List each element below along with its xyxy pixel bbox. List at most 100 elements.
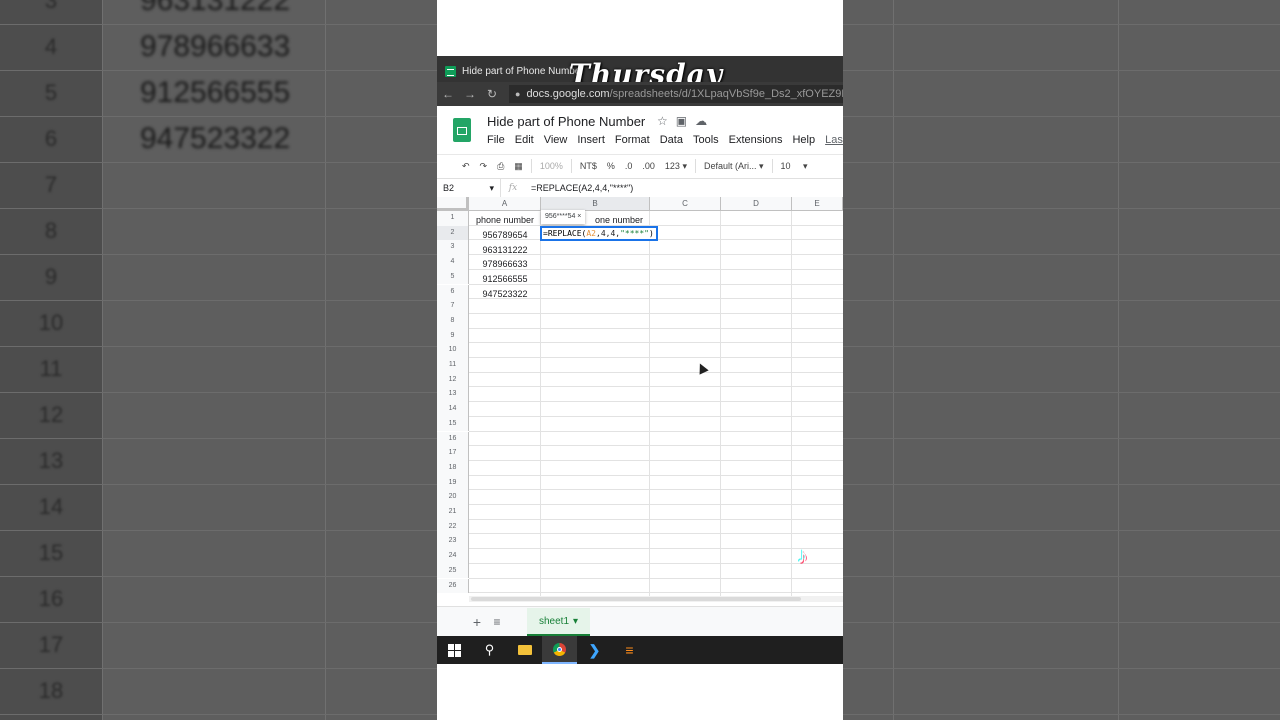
percent-format-button[interactable]: % (602, 161, 620, 171)
background-grid-line (843, 300, 1280, 301)
background-row-number: 17 (38, 632, 64, 657)
grid-line (469, 548, 843, 550)
cell-a4[interactable]: 978966633 (470, 257, 540, 271)
cell-a1[interactable]: phone number (470, 213, 540, 227)
menu-help[interactable]: Help (792, 134, 815, 146)
row-header[interactable]: 4 (437, 255, 469, 270)
windows-taskbar: ⚲ ❯ ≡ (437, 636, 843, 664)
font-size-select[interactable]: 10 ▾ (776, 161, 813, 172)
document-title[interactable]: Hide part of Phone Number (487, 114, 645, 129)
row-header[interactable]: 3 (437, 240, 469, 256)
scrollbar-thumb[interactable] (471, 597, 801, 601)
star-icon[interactable]: ☆ (657, 114, 668, 128)
move-folder-icon[interactable]: ▣ (676, 114, 687, 128)
row-header[interactable]: 24 (437, 549, 469, 564)
background-row-number: 10 (38, 310, 64, 335)
windows-start-icon[interactable] (437, 636, 472, 664)
menu-tools[interactable]: Tools (693, 134, 719, 146)
row-header[interactable]: 11 (437, 358, 469, 373)
row-header[interactable]: 1 (437, 211, 469, 226)
row-header[interactable]: 21 (437, 505, 469, 520)
row-header[interactable]: 17 (437, 446, 469, 461)
menu-edit[interactable]: Edit (515, 134, 534, 146)
undo-icon[interactable]: ↶ (457, 161, 475, 172)
row-header[interactable]: 5 (437, 269, 469, 285)
cell-a2[interactable]: 956789654 (470, 228, 540, 242)
menu-data[interactable]: Data (660, 134, 683, 146)
video-frame: Hide part of Phone Number Thursday ← → ↻… (437, 0, 843, 720)
chrome-icon[interactable] (542, 636, 577, 664)
select-all-corner[interactable] (437, 197, 469, 211)
column-header-c[interactable]: C (650, 197, 721, 211)
more-formats-button[interactable]: 123 ▾ (660, 161, 692, 172)
spreadsheet-grid[interactable]: A B C D E 1 2 3 4 5 6 7 8 9 10 11 12 13 14 15 16 17 18 19 2… (437, 197, 843, 602)
active-cell-b2[interactable]: =REPLACE(A2,4,4,"****") (540, 226, 658, 241)
font-select[interactable]: Default (Ari... ▾ (699, 161, 769, 172)
row-header[interactable]: 22 (437, 519, 469, 535)
column-header-e[interactable]: E (792, 197, 843, 211)
reload-icon[interactable]: ↻ (481, 87, 503, 101)
horizontal-scrollbar[interactable] (469, 596, 843, 602)
row-header[interactable]: 23 (437, 534, 469, 550)
menu-file[interactable]: File (487, 134, 505, 146)
sheet-tab[interactable]: sheet1 ▾ (527, 608, 591, 636)
name-box[interactable]: B2 ▾ (437, 179, 501, 197)
row-header[interactable]: 12 (437, 372, 469, 388)
sheets-logo-icon[interactable] (453, 118, 471, 142)
url-field[interactable]: ● docs.google.com/spreadsheets/d/1XLpaqV… (509, 85, 843, 103)
background-grid-line (0, 346, 437, 347)
back-arrow-icon[interactable]: ← (437, 87, 459, 101)
increase-decimal-button[interactable]: .00 (637, 161, 660, 171)
forward-arrow-icon[interactable]: → (459, 87, 481, 101)
row-header[interactable]: 9 (437, 328, 469, 344)
row-header[interactable]: 7 (437, 299, 469, 314)
cell-a5[interactable]: 912566555 (470, 272, 540, 286)
formula-input[interactable]: =REPLACE(A2,4,4,"****") (525, 183, 633, 193)
cell-a3[interactable]: 963131222 (470, 243, 540, 257)
row-header[interactable]: 20 (437, 490, 469, 505)
row-header[interactable]: 18 (437, 460, 469, 476)
row-header[interactable]: 16 (437, 431, 469, 447)
vscode-icon[interactable]: ❯ (577, 636, 612, 664)
row-header[interactable]: 15 (437, 416, 469, 432)
grid-line (469, 342, 843, 344)
search-icon[interactable]: ⚲ (472, 636, 507, 664)
column-header-a[interactable]: A (469, 197, 541, 211)
row-header[interactable]: 26 (437, 578, 469, 594)
sublime-text-icon[interactable]: ≡ (612, 636, 647, 664)
row-header[interactable]: 6 (437, 284, 469, 300)
menu-view[interactable]: View (544, 134, 568, 146)
row-header[interactable]: 10 (437, 343, 469, 358)
decrease-decimal-button[interactable]: .0 (620, 161, 638, 171)
font-size-label: 10 (780, 160, 791, 171)
cloud-status-icon[interactable]: ☁ (695, 114, 707, 128)
file-explorer-icon[interactable] (507, 636, 542, 664)
last-edit-link[interactable]: Last ed (825, 134, 843, 146)
currency-format-button[interactable]: NT$ (575, 161, 602, 171)
row-header[interactable]: 25 (437, 563, 469, 579)
column-header-b[interactable]: B (541, 197, 650, 211)
menu-format[interactable]: Format (615, 134, 650, 146)
paint-format-icon[interactable]: ▦ (509, 161, 528, 172)
add-sheet-icon[interactable]: + (467, 614, 487, 630)
row-header[interactable]: 13 (437, 387, 469, 403)
print-icon[interactable]: ⎙ (492, 161, 509, 172)
redo-icon[interactable]: ↷ (475, 161, 493, 172)
row-header[interactable]: 8 (437, 313, 469, 329)
grid-line (469, 562, 843, 564)
menu-insert[interactable]: Insert (577, 134, 605, 146)
column-header-d[interactable]: D (721, 197, 792, 211)
row-header[interactable]: 19 (437, 475, 469, 491)
row-header[interactable]: 2 (437, 225, 469, 241)
menu-extensions[interactable]: Extensions (729, 134, 783, 146)
all-sheets-icon[interactable]: ≡ (487, 615, 507, 629)
cell-b1[interactable]: one number (595, 213, 643, 227)
background-grid-line (0, 208, 437, 209)
formula-result-preview[interactable]: 956****54 × (541, 210, 586, 224)
row-header[interactable]: 14 (437, 402, 469, 417)
background-grid-line (843, 438, 1280, 439)
cell-a6[interactable]: 947523322 (470, 287, 540, 301)
background-value: 912566555 (140, 76, 291, 109)
zoom-select[interactable]: 100% (535, 161, 568, 171)
browser-tab[interactable]: Hide part of Phone Number (445, 60, 584, 82)
